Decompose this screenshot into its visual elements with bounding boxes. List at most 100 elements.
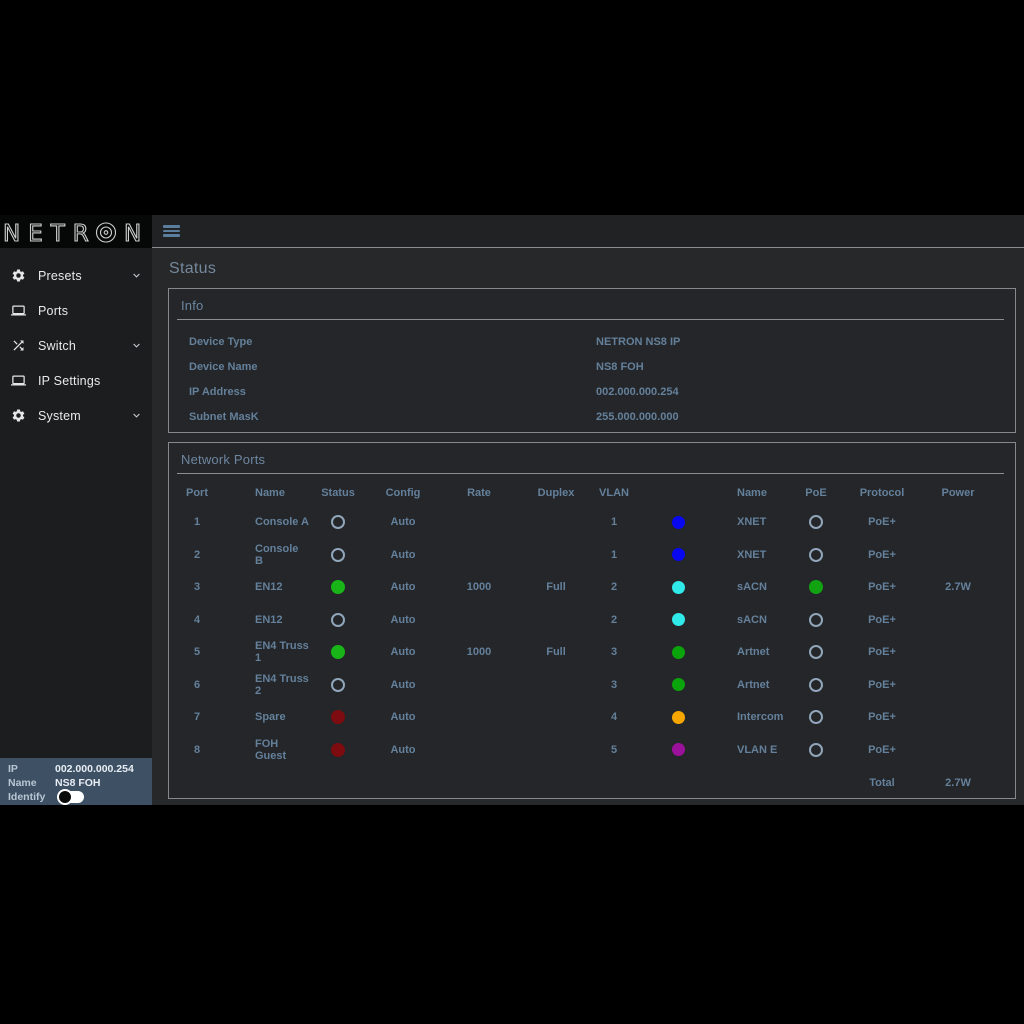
sidebar-footer: IP 002.000.000.254 Name NS8 FOH Identify (0, 758, 152, 805)
status-cell (309, 515, 367, 529)
poe-status-indicator (809, 710, 823, 724)
vlan-color-dot (672, 516, 685, 529)
footer-ip-row: IP 002.000.000.254 (8, 762, 144, 775)
sidebar-item-label: Ports (38, 304, 68, 318)
status-cell (309, 548, 367, 562)
port-rate: 1000 (439, 581, 519, 593)
info-row-label: Device Type (169, 336, 596, 348)
sidebar-nav: Presets Ports SwitchIP Settings System (0, 248, 152, 433)
info-panel-title: Info (169, 289, 1015, 319)
port-number: 5 (169, 646, 225, 658)
port-config: Auto (367, 614, 439, 626)
network-ports-panel: Network Ports PortNameStatusConfigRateDu… (168, 442, 1016, 799)
vlan-color-cell (635, 613, 721, 626)
total-label: Total (837, 777, 927, 789)
column-header: Name (225, 487, 309, 499)
column-header: VLAN (593, 487, 635, 499)
info-row: Subnet MasK255.000.000.000 (169, 404, 1015, 429)
svg-text:NETR: NETR (3, 221, 97, 247)
port-number: 8 (169, 744, 225, 756)
port-status-indicator (331, 580, 345, 594)
port-row: 2Console BAuto1XNETPoE+ (169, 539, 1015, 572)
info-row: Device NameNS8 FOH (169, 354, 1015, 379)
status-cell (309, 710, 367, 724)
port-protocol: PoE+ (837, 516, 927, 528)
sidebar-item-system[interactable]: System (0, 398, 152, 433)
sidebar-item-label: Presets (38, 269, 82, 283)
footer-identify-row: Identify (8, 790, 144, 803)
port-config: Auto (367, 646, 439, 658)
poe-cell (795, 710, 837, 724)
port-name: EN12 (225, 614, 309, 626)
port-name: EN4 Truss 1 (225, 640, 309, 664)
port-status-indicator (331, 743, 345, 757)
vlan-color-dot (672, 711, 685, 724)
page-content: Status Info Device TypeNETRON NS8 IPDevi… (152, 248, 1024, 808)
vlan-color-cell (635, 646, 721, 659)
sidebar-item-switch[interactable]: Switch (0, 328, 152, 363)
identify-toggle-knob (57, 789, 73, 805)
port-protocol: PoE+ (837, 679, 927, 691)
info-row-value: NETRON NS8 IP (596, 336, 1015, 348)
netron-app-window: NETR N Presets Ports SwitchIP Settings Syst… (0, 215, 1024, 805)
network-ports-divider (177, 473, 1004, 474)
column-header: Port (169, 487, 225, 499)
vlan-name: sACN (721, 581, 795, 593)
port-vlan: 2 (593, 581, 635, 593)
column-header: Duplex (519, 487, 593, 499)
main-area: Status Info Device TypeNETRON NS8 IPDevi… (152, 215, 1024, 805)
status-cell (309, 743, 367, 757)
info-rows: Device TypeNETRON NS8 IP Device NameNS8 F… (169, 320, 1015, 429)
poe-status-indicator (809, 678, 823, 692)
info-row-value: NS8 FOH (596, 361, 1015, 373)
page-title: Status (169, 260, 1016, 278)
vlan-color-dot (672, 581, 685, 594)
sidebar-item-presets[interactable]: Presets (0, 258, 152, 293)
port-config: Auto (367, 679, 439, 691)
poe-cell (795, 678, 837, 692)
hamburger-menu-icon[interactable] (163, 223, 180, 240)
column-header: PoE (795, 487, 837, 499)
vlan-name: Intercom (721, 711, 795, 723)
port-number: 1 (169, 516, 225, 528)
info-row-value: 002.000.000.254 (596, 386, 1015, 398)
port-duplex: Full (519, 581, 593, 593)
poe-status-indicator (809, 548, 823, 562)
port-protocol: PoE+ (837, 646, 927, 658)
footer-name-row: Name NS8 FOH (8, 776, 144, 789)
poe-cell (795, 613, 837, 627)
poe-cell (795, 515, 837, 529)
footer-ip-value: 002.000.000.254 (55, 763, 134, 775)
monitor-icon (10, 372, 27, 389)
vlan-name: sACN (721, 614, 795, 626)
vlan-color-cell (635, 516, 721, 529)
chevron-down-icon (130, 339, 143, 352)
footer-ip-label: IP (8, 763, 55, 775)
port-config: Auto (367, 744, 439, 756)
identify-toggle[interactable] (59, 791, 84, 803)
vlan-color-cell (635, 548, 721, 561)
poe-cell (795, 645, 837, 659)
port-protocol: PoE+ (837, 614, 927, 626)
gear-icon (10, 267, 27, 284)
vlan-name: XNET (721, 516, 795, 528)
port-name: Console A (225, 516, 309, 528)
port-row: 5EN4 Truss 1Auto1000Full3ArtnetPoE+ (169, 636, 1015, 669)
vlan-name: Artnet (721, 679, 795, 691)
ports-header-row: PortNameStatusConfigRateDuplexVLANNamePo… (169, 480, 1015, 506)
column-header: Rate (439, 487, 519, 499)
sidebar-item-ports[interactable]: Ports (0, 293, 152, 328)
sidebar-item-ip-settings[interactable]: IP Settings (0, 363, 152, 398)
chevron-down-icon (130, 409, 143, 422)
screenshot-stage: NETR N Presets Ports SwitchIP Settings Syst… (0, 0, 1024, 1024)
svg-text:N: N (124, 221, 141, 247)
port-status-indicator (331, 645, 345, 659)
status-cell (309, 580, 367, 594)
port-config: Auto (367, 711, 439, 723)
port-number: 4 (169, 614, 225, 626)
port-protocol: PoE+ (837, 549, 927, 561)
sidebar-item-label: System (38, 409, 81, 423)
port-name: EN12 (225, 581, 309, 593)
port-row: 8FOH GuestAuto5VLAN EPoE+ (169, 734, 1015, 767)
shuffle-icon (10, 337, 27, 354)
